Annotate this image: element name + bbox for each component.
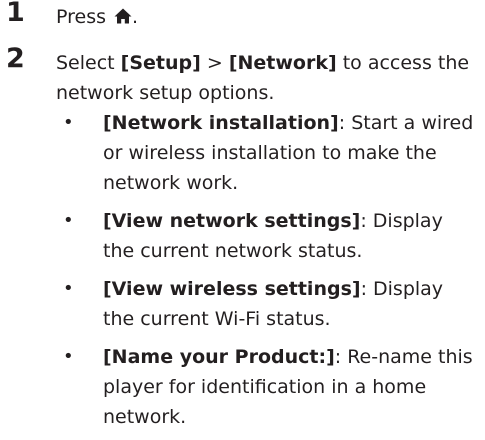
list-item-text: [View network settings]: Display the cur… <box>103 206 475 266</box>
list-item-text: [Name your Product:]: Re-name this playe… <box>103 342 475 432</box>
menu-network: [Network] <box>228 52 337 74</box>
option-list: • [Network installation]: Start a wired … <box>0 108 485 440</box>
option-label: [Network installation] <box>103 112 339 134</box>
list-item: • [Network installation]: Start a wired … <box>0 108 485 198</box>
instructions-document: 1 Press . 2 Select [Setup] > [Network] t… <box>0 0 485 428</box>
bullet: • <box>63 278 74 299</box>
step-text-suffix: . <box>132 6 139 28</box>
step-number: 1 <box>6 0 25 28</box>
list-item: • [View network settings]: Display the c… <box>0 206 485 266</box>
list-item: • [View wireless settings]: Display the … <box>0 274 485 334</box>
home-icon <box>114 8 132 24</box>
list-item: • [Name your Product:]: Re-name this pla… <box>0 342 485 432</box>
list-item-text: [View wireless settings]: Display the cu… <box>103 274 475 334</box>
list-item-text: [Network installation]: Start a wired or… <box>103 108 475 198</box>
step-text: Select [Setup] > [Network] to access the… <box>56 48 476 108</box>
bullet: • <box>63 210 74 231</box>
step-text-prefix: Press <box>56 6 113 28</box>
option-label: [View network settings] <box>103 210 361 232</box>
bullet: • <box>63 112 74 133</box>
option-label: [Name your Product:] <box>103 346 335 368</box>
option-label: [View wireless settings] <box>103 278 361 300</box>
step-text-part: Select <box>56 52 121 74</box>
step-text: Press . <box>56 2 476 32</box>
bullet: • <box>63 346 74 367</box>
menu-setup: [Setup] <box>120 52 201 74</box>
step-text-part: > <box>200 52 229 74</box>
step-number: 2 <box>6 43 25 74</box>
